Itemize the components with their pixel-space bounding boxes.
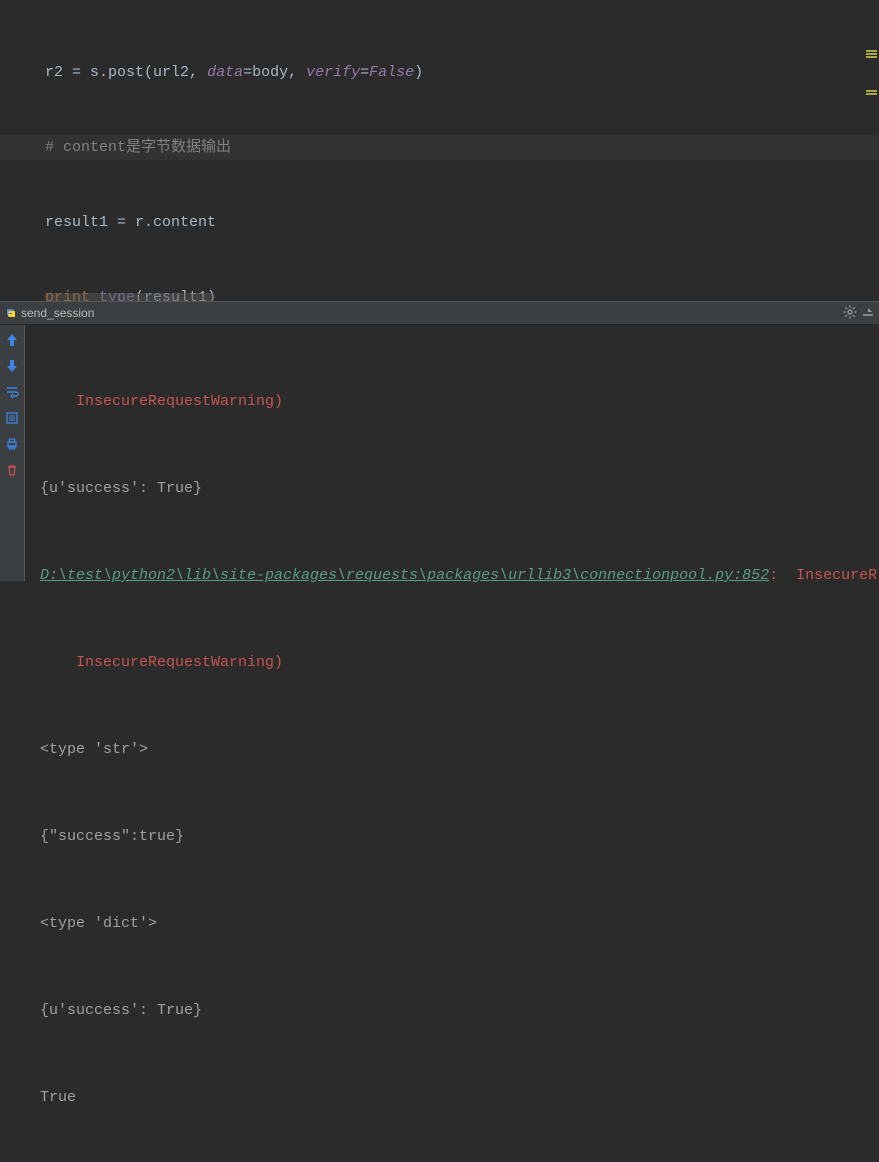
console-toolbar bbox=[0, 325, 25, 581]
code-line: r2 = s.post(url2, data=body, verify=Fals… bbox=[45, 60, 879, 85]
horizontal-scrollbar[interactable] bbox=[45, 293, 215, 301]
code-content: r2 = s.post(url2, data=body, verify=Fals… bbox=[0, 0, 879, 301]
python-file-icon bbox=[3, 305, 19, 321]
console-line: InsecureRequestWarning) bbox=[40, 648, 879, 677]
hide-tool-window-icon[interactable] bbox=[861, 305, 875, 322]
console-output[interactable]: InsecureRequestWarning) {u'success': Tru… bbox=[30, 329, 879, 581]
code-editor[interactable]: r2 = s.post(url2, data=body, verify=Fals… bbox=[0, 0, 879, 301]
arrow-up-icon[interactable] bbox=[3, 331, 21, 349]
console-line: <type 'dict'> bbox=[40, 909, 879, 938]
console-line: {u'success': True} bbox=[40, 474, 879, 503]
soft-wrap-icon[interactable] bbox=[3, 383, 21, 401]
trash-icon[interactable] bbox=[3, 461, 21, 479]
code-line-highlighted: # content是字节数据输出 bbox=[0, 135, 879, 160]
console-line: True bbox=[40, 1083, 879, 1112]
arrow-down-icon[interactable] bbox=[3, 357, 21, 375]
console-line: {u'success': True} bbox=[40, 996, 879, 1025]
print-icon[interactable] bbox=[3, 435, 21, 453]
gear-icon[interactable] bbox=[843, 305, 857, 322]
console-line: {"success":true} bbox=[40, 822, 879, 851]
editor-marker-gutter bbox=[865, 0, 879, 301]
console-line: D:\test\python2\lib\site-packages\reques… bbox=[40, 561, 879, 590]
run-tool-window-header[interactable]: send_session bbox=[0, 301, 879, 325]
code-line: result1 = r.content bbox=[45, 210, 879, 235]
run-configuration-name: send_session bbox=[21, 306, 94, 320]
scroll-to-end-icon[interactable] bbox=[3, 409, 21, 427]
console-line: InsecureRequestWarning) bbox=[40, 387, 879, 416]
console-line: <type 'str'> bbox=[40, 735, 879, 764]
run-console[interactable]: InsecureRequestWarning) {u'success': Tru… bbox=[0, 325, 879, 581]
